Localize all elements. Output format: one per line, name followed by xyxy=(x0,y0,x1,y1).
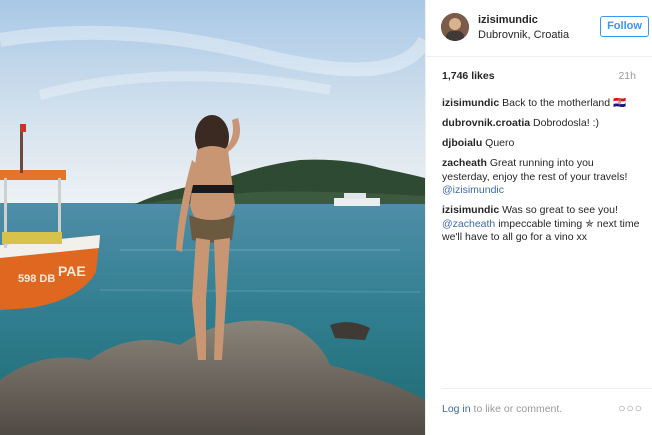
comment-text: Was so great to see you! xyxy=(502,204,618,216)
comment-item: dubrovnik.croatia Dobrodosla! :) xyxy=(442,117,642,131)
post-details-panel: izisimundic Dubrovnik, Croatia Follow 1,… xyxy=(425,0,652,435)
login-prompt-text: to like or comment. xyxy=(470,403,563,415)
post-author-username[interactable]: izisimundic xyxy=(478,14,538,26)
more-options-icon[interactable]: ○○○ xyxy=(618,401,643,415)
post-header: izisimundic Dubrovnik, Croatia Follow xyxy=(426,0,652,57)
comment-text: Back to the motherland 🇭🇷 xyxy=(502,97,627,109)
avatar-image xyxy=(441,13,469,41)
post-photo: 598 DB PAE xyxy=(0,0,425,435)
comment-item: djboialu Quero xyxy=(442,137,642,151)
beach-photo: 598 DB PAE xyxy=(0,0,425,435)
login-prompt: Log in to like or comment. xyxy=(442,403,562,415)
svg-text:598 DB: 598 DB xyxy=(18,273,55,285)
likes-count[interactable]: 1,746 likes xyxy=(442,70,495,82)
comment-list: izisimundic Back to the motherland 🇭🇷 du… xyxy=(442,97,642,251)
login-link[interactable]: Log in xyxy=(442,403,471,415)
comment-mention-link[interactable]: @izisimundic xyxy=(442,184,504,196)
comment-item: zacheath Great running into you yesterda… xyxy=(442,157,642,198)
comment-username[interactable]: izisimundic xyxy=(442,97,499,109)
comment-item: izisimundic Back to the motherland 🇭🇷 xyxy=(442,97,642,111)
svg-text:PAE: PAE xyxy=(58,263,86,279)
comment-mention-link[interactable]: @zacheath xyxy=(442,218,495,230)
footer-divider xyxy=(442,388,652,389)
comment-username[interactable]: zacheath xyxy=(442,157,487,169)
follow-button[interactable]: Follow xyxy=(600,16,649,37)
post-meta: 1,746 likes 21h xyxy=(442,70,636,84)
comment-text: Dobrodosla! :) xyxy=(533,117,599,129)
comment-username[interactable]: izisimundic xyxy=(442,204,499,216)
comment-item: izisimundic Was so great to see you! @za… xyxy=(442,204,642,245)
avatar[interactable] xyxy=(441,13,469,41)
comment-username[interactable]: djboialu xyxy=(442,137,482,149)
post-age[interactable]: 21h xyxy=(618,70,636,82)
comment-username[interactable]: dubrovnik.croatia xyxy=(442,117,530,129)
comment-text: Quero xyxy=(485,137,515,149)
post-location[interactable]: Dubrovnik, Croatia xyxy=(478,29,569,41)
